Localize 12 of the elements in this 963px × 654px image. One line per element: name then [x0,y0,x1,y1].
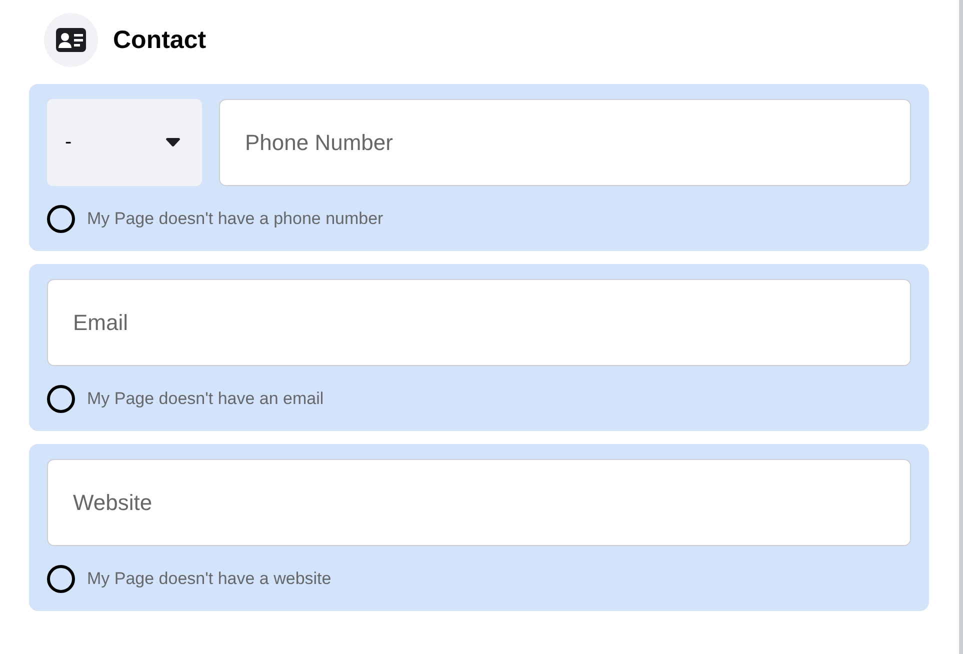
radio-button[interactable] [47,565,75,593]
option-label: My Page doesn't have a website [87,569,332,589]
radio-button[interactable] [47,205,75,233]
phone-field[interactable]: Phone Number [219,99,911,186]
caret-icon [166,138,180,147]
country-code-dropdown[interactable]: - [47,99,202,186]
option-label: My Page doesn't have a phone number [87,209,384,229]
input-field[interactable]: Email [47,279,911,366]
option-label: My Page doesn't have an email [87,389,324,409]
section-title: Contact [113,26,206,54]
input-field[interactable]: Website [47,459,911,546]
radio-button[interactable] [47,385,75,413]
